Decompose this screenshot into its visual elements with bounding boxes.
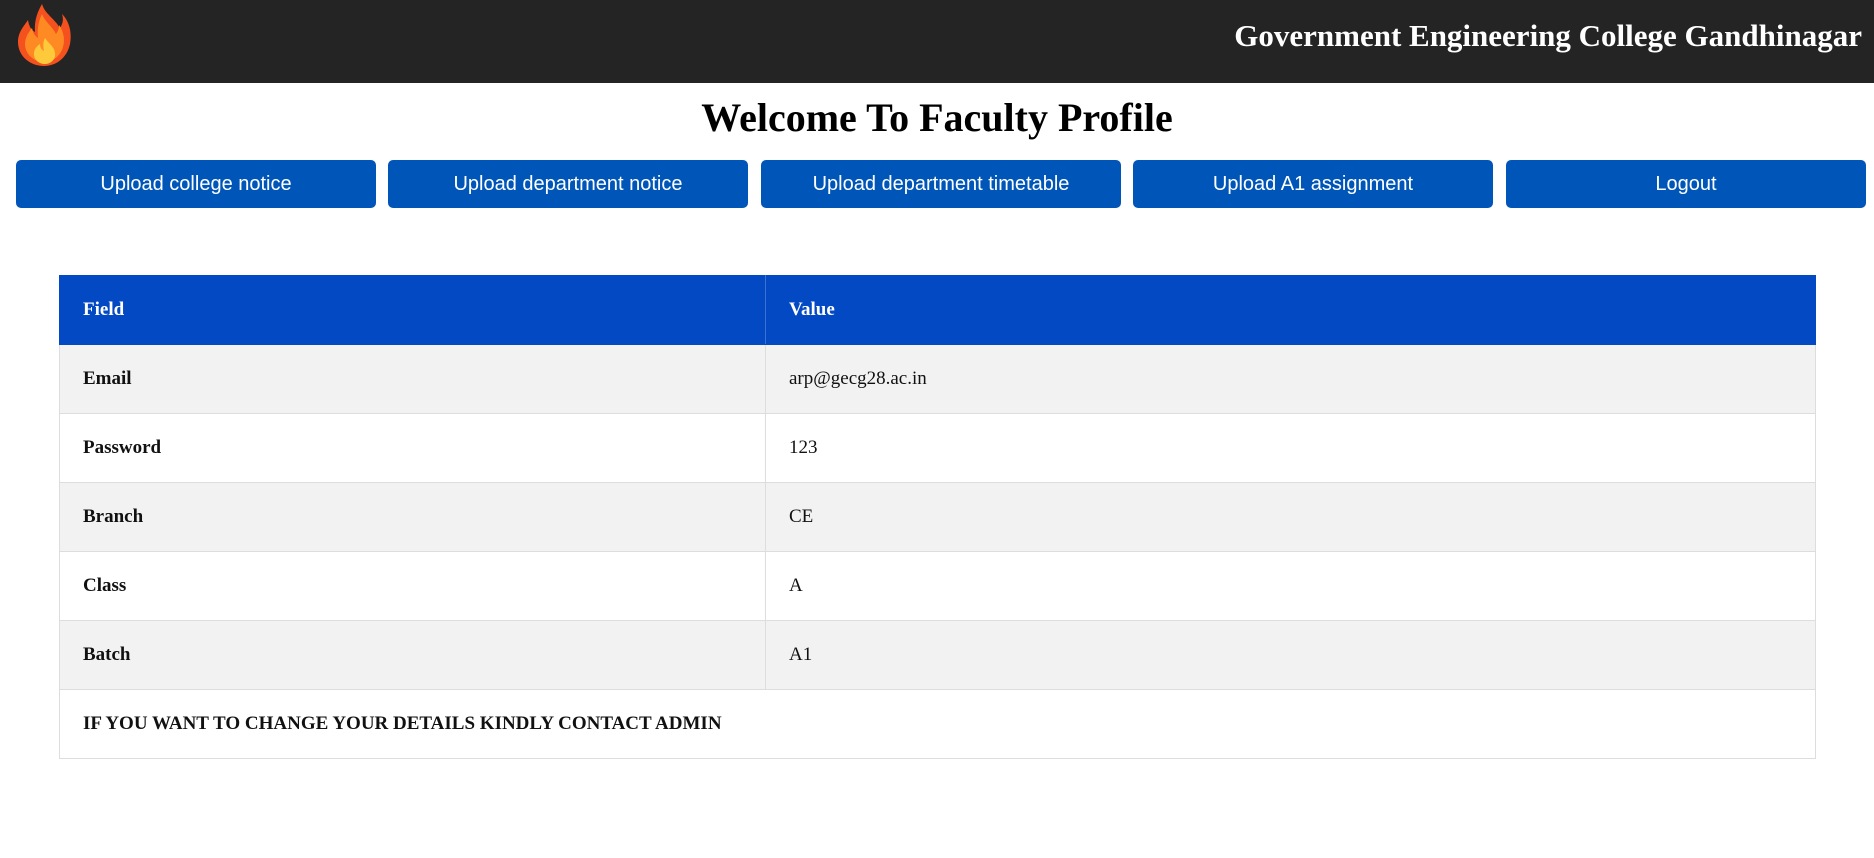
column-header-value: Value bbox=[765, 275, 1816, 345]
field-label-batch: Batch bbox=[59, 620, 766, 690]
table-row: Email arp@gecg28.ac.in bbox=[59, 344, 1816, 414]
logout-button[interactable]: Logout bbox=[1506, 160, 1866, 208]
table-row: Batch A1 bbox=[59, 620, 1816, 690]
upload-department-notice-button[interactable]: Upload department notice bbox=[388, 160, 748, 208]
field-label-password: Password bbox=[59, 413, 766, 483]
table-row: Password 123 bbox=[59, 413, 1816, 483]
table-row: Class A bbox=[59, 551, 1816, 621]
upload-department-timetable-button[interactable]: Upload department timetable bbox=[761, 160, 1121, 208]
action-toolbar: Upload college notice Upload department … bbox=[16, 160, 1866, 208]
upload-college-notice-button[interactable]: Upload college notice bbox=[16, 160, 376, 208]
contact-admin-notice: IF YOU WANT TO CHANGE YOUR DETAILS KINDL… bbox=[59, 689, 1816, 759]
column-header-field: Field bbox=[59, 275, 766, 345]
college-name: Government Engineering College Gandhinag… bbox=[1234, 18, 1862, 53]
page-title: Welcome To Faculty Profile bbox=[701, 95, 1173, 140]
upload-a1-assignment-button[interactable]: Upload A1 assignment bbox=[1133, 160, 1493, 208]
field-label-branch: Branch bbox=[59, 482, 766, 552]
field-value-branch: CE bbox=[765, 482, 1816, 552]
field-value-class: A bbox=[765, 551, 1816, 621]
field-label-class: Class bbox=[59, 551, 766, 621]
field-value-email: arp@gecg28.ac.in bbox=[765, 344, 1816, 414]
fire-icon[interactable] bbox=[14, 2, 74, 68]
field-value-batch: A1 bbox=[765, 620, 1816, 690]
table-header-row: Field Value bbox=[59, 275, 1816, 345]
table-row: IF YOU WANT TO CHANGE YOUR DETAILS KINDL… bbox=[59, 689, 1816, 759]
top-navbar: Government Engineering College Gandhinag… bbox=[0, 0, 1874, 83]
profile-table: Field Value Email arp@gecg28.ac.in Passw… bbox=[59, 275, 1816, 759]
field-label-email: Email bbox=[59, 344, 766, 414]
table-row: Branch CE bbox=[59, 482, 1816, 552]
field-value-password: 123 bbox=[765, 413, 1816, 483]
